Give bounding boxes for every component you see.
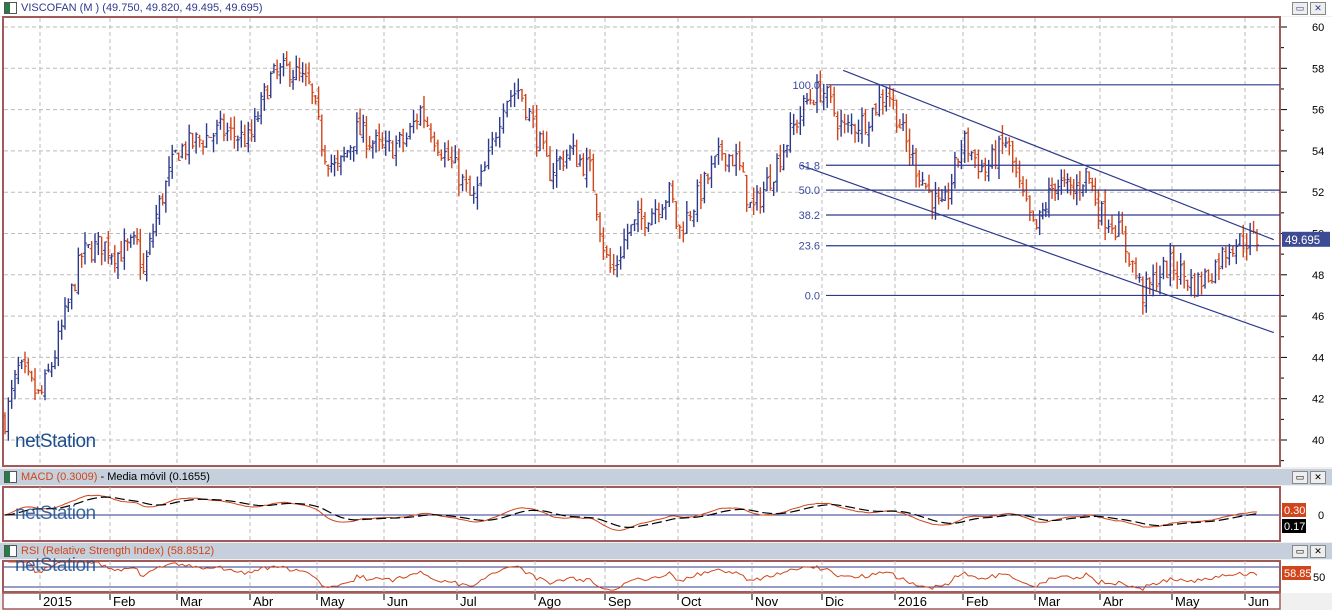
date-label: Mar (180, 594, 203, 609)
date-label: 2016 (898, 594, 927, 609)
y-tick-label: 60 (1312, 22, 1324, 34)
price-chart[interactable]: 2015 Feb Mar Abr May Jun Jul Ago Sep Oct Nov Dic 201… (0, 0, 1332, 610)
y-tick-label: 40 (1312, 435, 1324, 447)
y-tick-label: 48 (1312, 270, 1324, 282)
last-price-label: 49.695 (1285, 235, 1320, 247)
date-label: Jun (387, 594, 408, 609)
date-label: Feb (966, 594, 988, 609)
date-label: Jun (1248, 594, 1269, 609)
date-label: Jul (460, 594, 477, 609)
fibonacci-level-label: 100.0 (792, 80, 820, 92)
fibonacci-level-label: 50.0 (799, 185, 820, 197)
date-label: Dic (825, 594, 844, 609)
date-label: Sep (608, 594, 631, 609)
macd-signal-value-label: 0.17 (1284, 521, 1305, 533)
y-tick-label: 46 (1312, 311, 1324, 323)
netstation-watermark: netStation (15, 431, 96, 452)
date-label: May (1175, 594, 1200, 609)
netstation-watermark: netStation (15, 503, 96, 524)
date-label: Abr (253, 594, 274, 609)
netstation-watermark: netStation (15, 555, 96, 576)
date-label: 2015 (43, 594, 72, 609)
date-label: Nov (755, 594, 779, 609)
date-label: Ago (538, 594, 561, 609)
date-label: Mar (1038, 594, 1061, 609)
y-tick-label: 44 (1312, 352, 1324, 364)
y-tick-label: 56 (1312, 105, 1324, 117)
date-label: May (320, 594, 345, 609)
fibonacci-level-label: 0.0 (805, 290, 820, 302)
date-label: Abr (1103, 594, 1124, 609)
date-label: Oct (681, 594, 702, 609)
macd-zero-label: 0 (1318, 510, 1324, 522)
macd-panel (0, 486, 1332, 542)
y-tick-label: 58 (1312, 63, 1324, 75)
y-tick-label: 52 (1312, 187, 1324, 199)
rsi-mid-label: 50 (1313, 572, 1325, 584)
y-tick-label: 42 (1312, 394, 1324, 406)
fibonacci-level-label: 38.2 (799, 210, 820, 222)
date-label: Feb (113, 594, 135, 609)
fibonacci-level-label: 23.6 (799, 241, 820, 253)
rsi-panel (0, 560, 1332, 593)
y-tick-label: 54 (1312, 146, 1324, 158)
rsi-value-label: 58.85 (1284, 568, 1312, 580)
macd-value-label: 0.30 (1284, 505, 1305, 517)
